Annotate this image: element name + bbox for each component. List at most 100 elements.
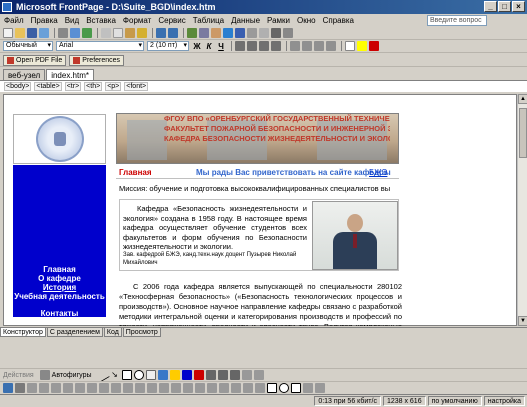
format-painter-icon[interactable] bbox=[137, 28, 147, 38]
tab-design[interactable]: Конструктор bbox=[0, 328, 46, 337]
rotate-right-icon[interactable] bbox=[87, 383, 97, 393]
scroll-thumb[interactable] bbox=[519, 108, 527, 158]
insert-picture-icon[interactable] bbox=[211, 28, 221, 38]
send-backward-icon[interactable] bbox=[63, 383, 73, 393]
redo-icon[interactable] bbox=[168, 28, 178, 38]
arrow-icon[interactable]: ↘ bbox=[110, 370, 120, 380]
autoshapes-menu[interactable]: Автофигуры bbox=[52, 372, 92, 379]
resample-icon[interactable] bbox=[243, 383, 253, 393]
menu-table[interactable]: Таблица bbox=[193, 16, 224, 25]
bullets-icon[interactable] bbox=[302, 41, 312, 51]
text-icon[interactable] bbox=[15, 383, 25, 393]
highlight-hotspots-icon[interactable] bbox=[303, 383, 313, 393]
publish-icon[interactable] bbox=[39, 28, 49, 38]
shadow-icon[interactable] bbox=[241, 370, 252, 380]
drawing-icon[interactable] bbox=[223, 28, 233, 38]
nav-home[interactable]: Главная bbox=[13, 265, 106, 274]
color-icon[interactable] bbox=[219, 383, 229, 393]
tab-split[interactable]: С разделением bbox=[46, 328, 103, 337]
refresh-icon[interactable] bbox=[247, 28, 257, 38]
menu-edit[interactable]: Правка bbox=[31, 16, 58, 25]
copy-icon[interactable] bbox=[113, 28, 123, 38]
flip-vertical-icon[interactable] bbox=[111, 383, 121, 393]
nav-history[interactable]: История bbox=[13, 283, 106, 292]
tab-preview[interactable]: Просмотр bbox=[122, 328, 161, 337]
menu-insert[interactable]: Вставка bbox=[86, 16, 116, 25]
less-brightness-icon[interactable] bbox=[159, 383, 169, 393]
menu-format[interactable]: Формат bbox=[123, 16, 151, 25]
insert-component-icon[interactable] bbox=[187, 28, 197, 38]
bevel-icon[interactable] bbox=[231, 383, 241, 393]
circular-hotspot-icon[interactable] bbox=[279, 383, 289, 393]
tag-tr[interactable]: <tr> bbox=[64, 82, 82, 91]
bring-forward-icon[interactable] bbox=[51, 383, 61, 393]
justify-icon[interactable] bbox=[271, 41, 281, 51]
3d-icon[interactable] bbox=[253, 370, 264, 380]
nav-contacts[interactable]: Контакты bbox=[13, 309, 106, 318]
scroll-down-icon[interactable]: ▼ bbox=[518, 316, 527, 326]
increase-indent-icon[interactable] bbox=[326, 41, 336, 51]
font-color-icon[interactable] bbox=[369, 41, 379, 51]
menu-window[interactable]: Окно bbox=[297, 16, 316, 25]
less-contrast-icon[interactable] bbox=[135, 383, 145, 393]
stop-icon[interactable] bbox=[259, 28, 269, 38]
style-select[interactable]: Обычный bbox=[3, 41, 53, 51]
wordart-icon[interactable] bbox=[157, 370, 168, 380]
print-icon[interactable] bbox=[58, 28, 68, 38]
rotate-left-icon[interactable] bbox=[75, 383, 85, 393]
insert-picture-icon[interactable] bbox=[3, 383, 13, 393]
tag-table[interactable]: <table> bbox=[34, 82, 62, 91]
close-button[interactable]: × bbox=[512, 1, 525, 12]
align-left-icon[interactable] bbox=[235, 41, 245, 51]
tag-font[interactable]: <font> bbox=[124, 82, 149, 91]
hyperlink-icon[interactable] bbox=[235, 28, 245, 38]
oval-icon[interactable] bbox=[133, 370, 144, 380]
save-icon[interactable] bbox=[27, 28, 37, 38]
more-brightness-icon[interactable] bbox=[147, 383, 157, 393]
format-picture-icon[interactable] bbox=[195, 383, 205, 393]
preview-icon[interactable] bbox=[70, 28, 80, 38]
insert-table-icon[interactable] bbox=[199, 28, 209, 38]
spelling-icon[interactable] bbox=[82, 28, 92, 38]
textbox-icon[interactable] bbox=[145, 370, 156, 380]
align-right-icon[interactable] bbox=[259, 41, 269, 51]
crop-icon[interactable] bbox=[171, 383, 181, 393]
underline-button[interactable]: Ч bbox=[216, 42, 226, 51]
tab-website[interactable]: веб-узел bbox=[3, 69, 46, 80]
flip-horizontal-icon[interactable] bbox=[99, 383, 109, 393]
tag-th[interactable]: <th> bbox=[84, 82, 103, 91]
line-style-icon[interactable] bbox=[183, 383, 193, 393]
menu-view[interactable]: Вид bbox=[65, 16, 79, 25]
minimize-button[interactable]: _ bbox=[484, 1, 497, 12]
rectangular-hotspot-icon[interactable] bbox=[267, 383, 277, 393]
tab-code[interactable]: Код bbox=[103, 328, 122, 337]
line-style-icon[interactable] bbox=[205, 370, 216, 380]
department-link[interactable]: БЖЭ bbox=[369, 168, 387, 177]
menu-file[interactable]: Файл bbox=[4, 16, 24, 25]
paste-icon[interactable] bbox=[125, 28, 135, 38]
tab-index[interactable]: index.htm* bbox=[46, 69, 94, 80]
line-color-icon[interactable] bbox=[181, 370, 192, 380]
restore-icon[interactable] bbox=[315, 383, 325, 393]
tag-p[interactable]: <p> bbox=[105, 82, 122, 91]
polygonal-hotspot-icon[interactable] bbox=[291, 383, 301, 393]
vertical-scrollbar[interactable]: ▲ ▼ bbox=[517, 94, 527, 326]
scroll-up-icon[interactable]: ▲ bbox=[518, 94, 527, 104]
help-icon[interactable] bbox=[283, 28, 293, 38]
tag-body[interactable]: <body> bbox=[4, 82, 32, 91]
position-absolute-icon[interactable] bbox=[39, 383, 49, 393]
maximize-button[interactable]: □ bbox=[498, 1, 511, 12]
open-pdf-button[interactable]: Open PDF File bbox=[3, 54, 67, 66]
menu-tools[interactable]: Сервис bbox=[158, 16, 185, 25]
nav-education[interactable]: Учебная деятельность bbox=[13, 292, 106, 301]
actions-menu[interactable]: Действия bbox=[3, 372, 34, 379]
borders-icon[interactable] bbox=[345, 41, 355, 51]
line-icon[interactable] bbox=[95, 368, 110, 382]
numbering-icon[interactable] bbox=[290, 41, 300, 51]
font-select[interactable]: Arial bbox=[56, 41, 144, 51]
undo-icon[interactable] bbox=[156, 28, 166, 38]
decrease-indent-icon[interactable] bbox=[314, 41, 324, 51]
select-icon[interactable] bbox=[255, 383, 265, 393]
arrow-style-icon[interactable] bbox=[229, 370, 240, 380]
help-question-input[interactable]: Введите вопрос bbox=[427, 15, 487, 26]
